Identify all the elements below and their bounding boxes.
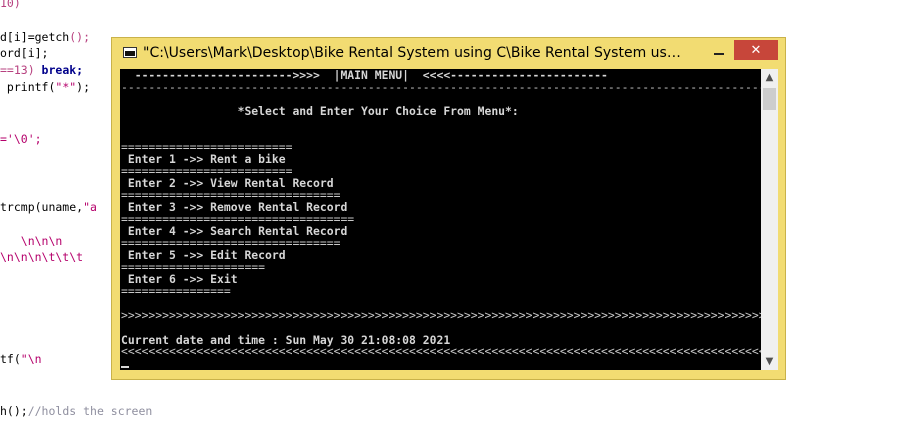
code-token: ==13) — [0, 63, 42, 77]
code-token: //holds the screen — [27, 404, 153, 418]
code-token: trcmp(uname, — [0, 200, 84, 214]
code-token: "*" — [55, 80, 77, 94]
code-token: ='\0'; — [0, 132, 42, 146]
console-line: >>>>>>>>>>>>>>>>>>>>>>>>>>>>>>>>>>>>>>>>… — [121, 308, 761, 322]
code-line: printf("*"); — [0, 80, 90, 94]
code-line: ='\0'; — [0, 132, 42, 146]
scroll-thumb[interactable] — [763, 88, 776, 110]
code-line: ==13) break; — [0, 63, 83, 77]
code-token: 10) — [0, 0, 21, 10]
code-token: break; — [41, 63, 84, 77]
scroll-down-arrow-icon[interactable]: ▼ — [761, 353, 778, 370]
window-title: "C:\Users\Mark\Desktop\Bike Rental Syste… — [143, 45, 683, 61]
code-token: \n\n\n — [0, 234, 63, 248]
console-line: ================ — [121, 284, 231, 298]
code-line: trcmp(uname,"a — [0, 200, 97, 214]
vertical-scrollbar[interactable]: ▲ ▼ — [761, 69, 778, 370]
code-line: \n\n\n\t\t\t — [0, 250, 83, 264]
code-token: d[i]=getch — [0, 30, 70, 44]
code-token: \n\n\n\t\t\t — [0, 250, 84, 264]
close-button[interactable]: ✕ — [734, 40, 778, 60]
close-icon: ✕ — [750, 42, 762, 58]
scroll-up-arrow-icon[interactable]: ▲ — [761, 69, 778, 86]
code-token: printf( — [0, 80, 56, 94]
code-line: ord[i]; — [0, 46, 48, 60]
title-bar[interactable]: "C:\Users\Mark\Desktop\Bike Rental Syste… — [112, 38, 785, 69]
code-token: ord[i]; — [0, 46, 49, 60]
text-cursor — [121, 366, 129, 368]
code-token: "a — [83, 200, 97, 214]
console-app-icon[interactable] — [123, 47, 137, 58]
code-token: ); — [76, 80, 91, 94]
minimize-button[interactable] — [706, 40, 732, 60]
console-window[interactable]: "C:\Users\Mark\Desktop\Bike Rental Syste… — [111, 37, 786, 380]
code-line: \n\n\n — [0, 234, 63, 248]
code-token: "\n — [20, 352, 42, 366]
code-token: h(); — [0, 404, 28, 418]
code-line: h();//holds the screen — [0, 404, 152, 418]
code-line: tf("\n — [0, 352, 42, 366]
code-line: 10) — [0, 0, 21, 10]
console-output[interactable]: ----------------------->>>> |MAIN MENU| … — [120, 69, 761, 370]
console-line: ----------------------------------------… — [121, 80, 761, 94]
code-token: tf( — [0, 352, 21, 366]
minimize-icon — [714, 53, 724, 55]
code-token: (); — [69, 30, 91, 44]
console-line: *Select and Enter Your Choice From Menu*… — [121, 104, 519, 118]
console-line: <<<<<<<<<<<<<<<<<<<<<<<<<<<<<<<<<<<<<<<<… — [121, 344, 761, 358]
code-line: d[i]=getch(); — [0, 30, 90, 44]
